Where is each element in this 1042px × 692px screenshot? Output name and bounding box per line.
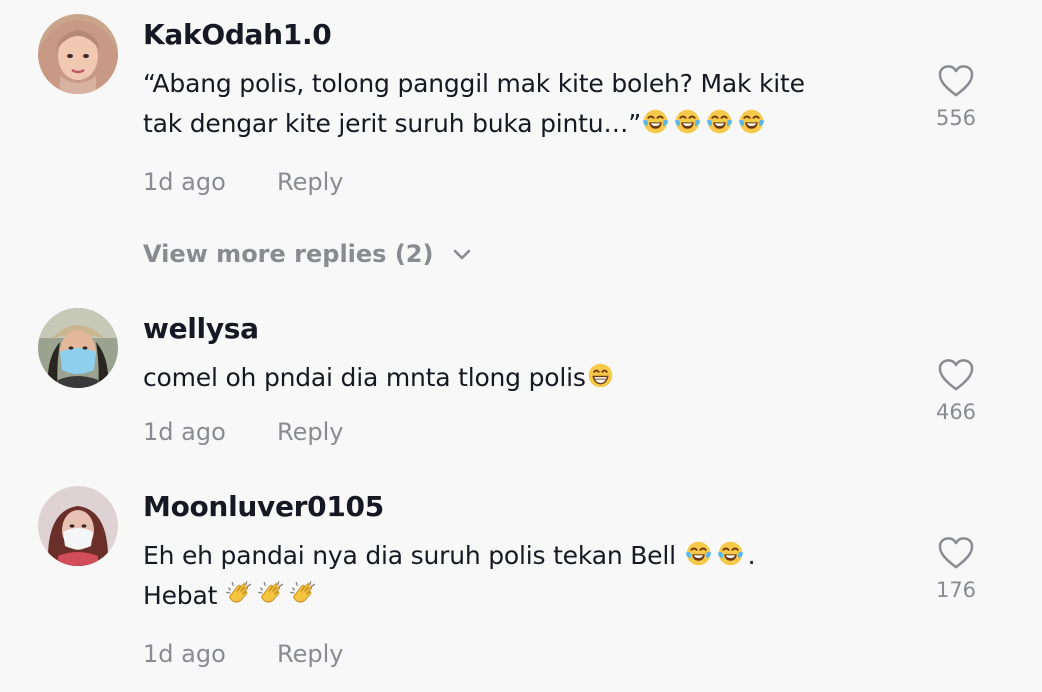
like-count: 556 [935, 106, 977, 130]
clapping-hands-emoji [225, 579, 254, 608]
reply-button[interactable]: Reply [277, 168, 343, 196]
face-with-tears-of-joy-emoji [673, 107, 702, 136]
face-with-tears-of-joy-emoji [716, 539, 745, 568]
comment-text-fragment: tak dengar kite jerit suruh buka pintu…” [143, 109, 641, 138]
chevron-down-icon [453, 249, 471, 260]
heart-outline-icon[interactable] [937, 536, 975, 570]
comment-text-fragment: comel oh pndai dia mnta tlong polis [143, 363, 586, 392]
like-control: 466 [920, 358, 992, 424]
comment-username[interactable]: Moonluver0105 [143, 490, 384, 523]
comment-text: “Abang polis, tolong panggil mak kite bo… [143, 64, 913, 144]
comment-text-line: tak dengar kite jerit suruh buka pintu…” [143, 104, 913, 144]
beaming-face-emoji [586, 361, 615, 390]
heart-outline-icon[interactable] [937, 358, 975, 392]
avatar[interactable] [38, 486, 118, 566]
face-with-tears-of-joy-emoji [684, 539, 713, 568]
comment-timestamp: 1d ago [143, 168, 226, 196]
comment-text-line: Hebat [143, 576, 913, 616]
reply-button[interactable]: Reply [277, 418, 343, 446]
comment-username[interactable]: KakOdah1.0 [143, 18, 332, 51]
like-count: 466 [935, 400, 977, 424]
comment-text-fragment: . [747, 541, 756, 570]
comment-list: KakOdah1.0 “Abang polis, tolong panggil … [0, 0, 1042, 692]
avatar[interactable] [38, 14, 118, 94]
comment-username[interactable]: wellysa [143, 312, 259, 345]
like-count: 176 [935, 578, 977, 602]
comment-timestamp: 1d ago [143, 640, 226, 668]
face-with-tears-of-joy-emoji [705, 107, 734, 136]
heart-outline-icon[interactable] [937, 64, 975, 98]
comment-meta: 1d ago Reply [143, 168, 343, 196]
comment-meta: 1d ago Reply [143, 418, 343, 446]
comment-text-line: comel oh pndai dia mnta tlong polis [143, 358, 913, 398]
face-with-tears-of-joy-emoji [737, 107, 766, 136]
comment-text: Eh eh pandai nya dia suruh polis tekan B… [143, 536, 913, 616]
clapping-hands-emoji [257, 579, 286, 608]
view-more-replies-label: View more replies (2) [143, 240, 434, 268]
face-with-tears-of-joy-emoji [641, 107, 670, 136]
like-control: 556 [920, 64, 992, 130]
comment-text-fragment: Hebat [143, 581, 225, 610]
avatar[interactable] [38, 308, 118, 388]
clapping-hands-emoji [289, 579, 318, 608]
comment-text-fragment: Eh eh pandai nya dia suruh polis tekan B… [143, 541, 684, 570]
comment-timestamp: 1d ago [143, 418, 226, 446]
comment-text-line: “Abang polis, tolong panggil mak kite bo… [143, 69, 805, 98]
comment-meta: 1d ago Reply [143, 640, 343, 668]
comment-text-line: Eh eh pandai nya dia suruh polis tekan B… [143, 536, 913, 576]
like-control: 176 [920, 536, 992, 602]
view-more-replies-button[interactable]: View more replies (2) [143, 240, 472, 268]
comment-text: comel oh pndai dia mnta tlong polis [143, 358, 913, 398]
reply-button[interactable]: Reply [277, 640, 343, 668]
